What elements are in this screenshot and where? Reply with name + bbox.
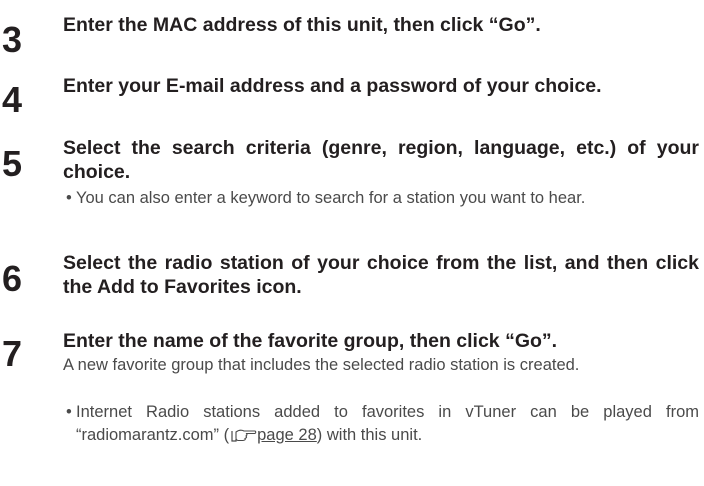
bullet-text: Internet Radio stations added to favorit… <box>66 401 699 447</box>
step-number: 6 <box>2 258 23 299</box>
bullet-item: • Internet Radio stations added to favor… <box>66 401 699 447</box>
step-heading: Enter the name of the favorite group, th… <box>63 330 558 352</box>
bullet-text: You can also enter a keyword to search f… <box>76 189 586 207</box>
bullet-glyph: • <box>66 403 72 421</box>
body-text: A new favorite group that includes the s… <box>63 356 580 374</box>
step-number: 5 <box>2 143 23 184</box>
step-heading: Select the search criteria (genre, regio… <box>63 137 699 183</box>
step-heading: Enter the MAC address of this unit, then… <box>63 14 541 36</box>
bullet-item: • You can also enter a keyword to search… <box>66 187 699 210</box>
step-number: 3 <box>2 19 23 60</box>
step-heading: Select the radio station of your choice … <box>63 252 699 298</box>
bullet-glyph: • <box>66 189 72 207</box>
bullet-text-after: ) with this unit. <box>316 426 423 444</box>
step-heading: Enter your E-mail address and a password… <box>63 75 602 97</box>
page-reference-link[interactable]: page 28 <box>257 426 317 444</box>
step-number: 4 <box>2 79 23 120</box>
step-number: 7 <box>2 333 23 374</box>
pointing-hand-icon <box>231 429 257 442</box>
